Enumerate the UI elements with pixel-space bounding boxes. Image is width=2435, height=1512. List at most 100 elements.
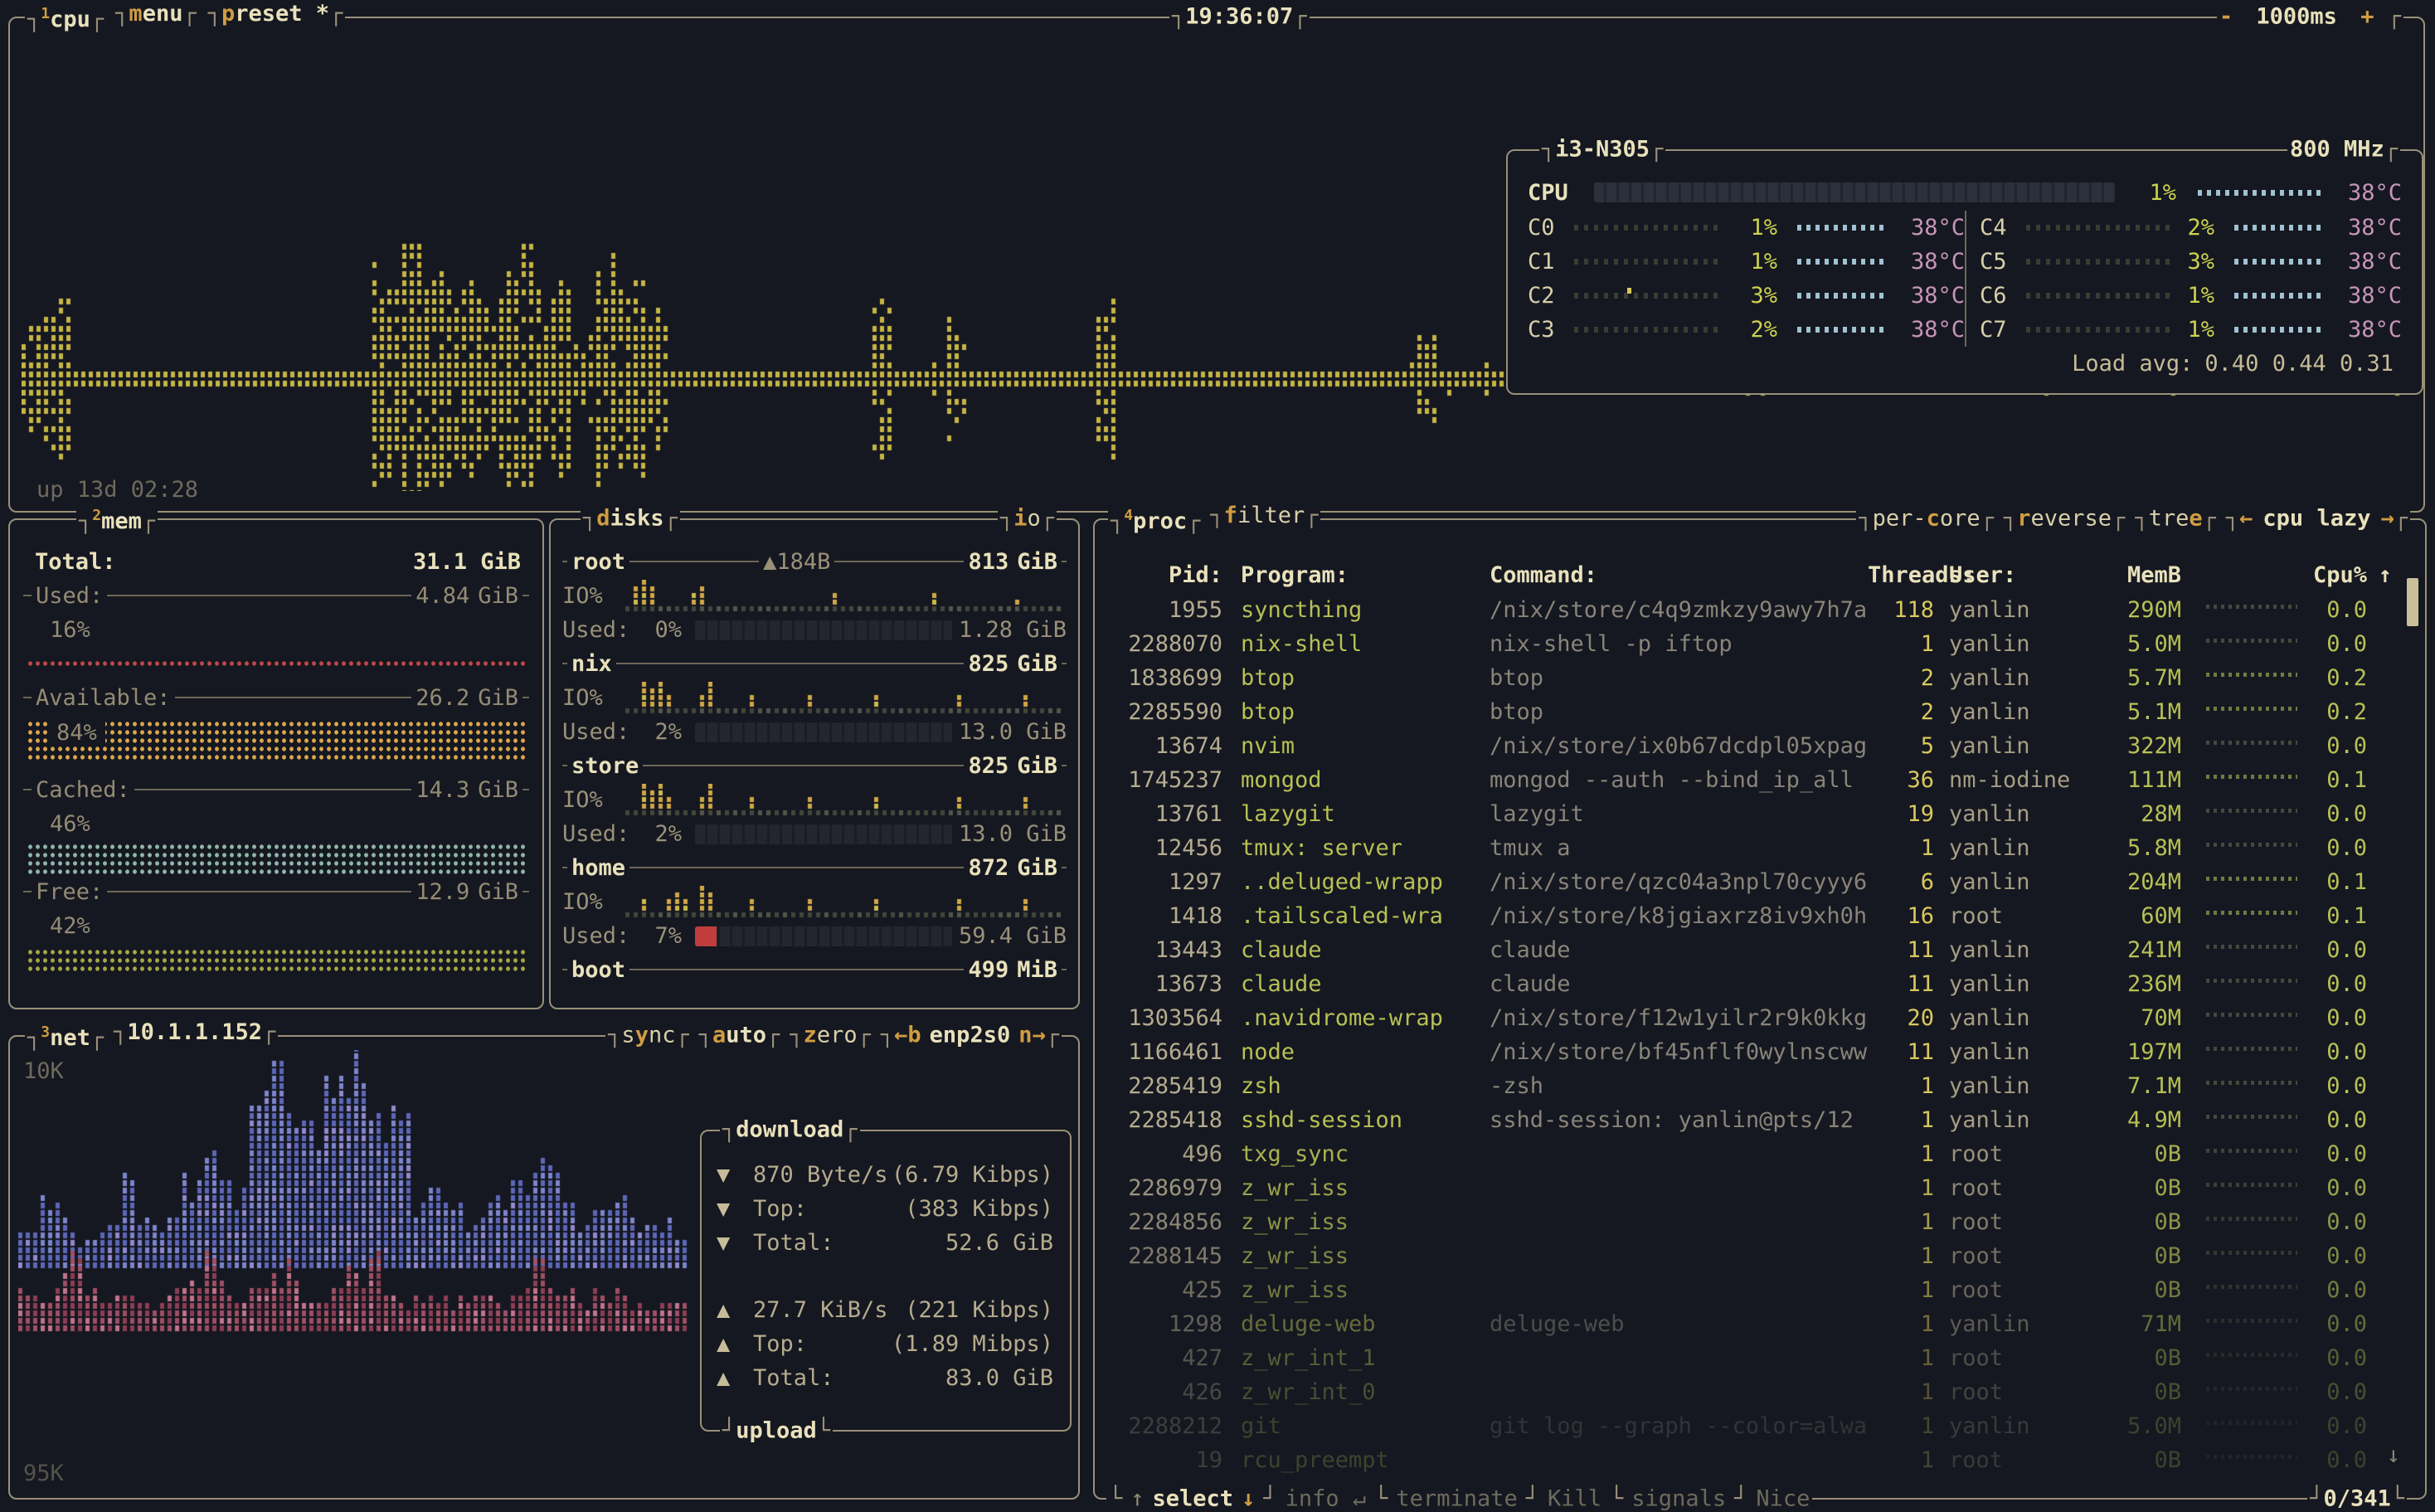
core-row: C23%38°C [1528, 279, 1965, 313]
preset-button[interactable]: ┐preset *┌ [208, 1, 343, 33]
tree-button[interactable]: ┐tree┌ [2135, 506, 2216, 532]
process-row[interactable]: 13443claudeclaude11yanlin241M0.0 [1106, 933, 2392, 967]
net-stats: ▼870 Byte/s(6.79 Kibps)▼Top:(383 Kibps)▼… [702, 1131, 1070, 1395]
disk-io-row: IO% [562, 885, 1067, 919]
terminate-button[interactable]: terminate [1396, 1485, 1517, 1512]
process-row[interactable]: 13761lazygitlazygit19yanlin28M0.0 [1106, 797, 2392, 831]
disk-io-row: IO% [562, 681, 1067, 715]
process-row[interactable]: 2284856z_wr_iss1root0B0.0 [1106, 1205, 2392, 1239]
process-row[interactable]: 1745237mongodmongod --auth --bind_ip_all… [1106, 763, 2392, 797]
process-row[interactable]: 2285590btopbtop2yanlin5.1M0.2 [1106, 695, 2392, 729]
core-row: C01%38°C [1528, 211, 1965, 245]
column-user[interactable]: User: [1949, 562, 2098, 588]
process-list: 1955syncthing/nix/store/c4q9zmkzy9awy7h7… [1106, 593, 2392, 1477]
interval-decrease-button[interactable]: - [2219, 4, 2233, 30]
disk-divider: nix825GiB [562, 647, 1067, 681]
select-button[interactable]: select [1153, 1485, 1234, 1512]
process-row[interactable]: 2288212gitgit log --graph --color=always… [1106, 1409, 2392, 1443]
net-sync-button[interactable]: ┐sync┌ [608, 1023, 689, 1049]
mem-total-row: Total: 31.1 GiB [23, 545, 529, 579]
process-row[interactable]: 13673claudeclaude11yanlin236M0.0 [1106, 967, 2392, 1001]
process-row[interactable]: 496txg_sync1root0B0.0 [1106, 1137, 2392, 1171]
upload-stat-row: ▲27.7 KiB/s(221 Kibps) [717, 1293, 1053, 1327]
process-row[interactable]: 2288145z_wr_iss1root0B0.0 [1106, 1239, 2392, 1273]
disk-used-row: Used:0%1.28 GiB [562, 613, 1067, 647]
select-down-icon[interactable]: ↓ [1242, 1485, 1255, 1512]
net-tab[interactable]: ┐3net┌ [27, 1019, 104, 1052]
column-command[interactable]: Command: [1490, 562, 1868, 588]
net-scale-bottom: 95K [23, 1461, 64, 1486]
select-up-icon[interactable]: ↑ [1130, 1485, 1144, 1512]
disk-io-row: IO% [562, 783, 1067, 817]
process-row[interactable]: 426z_wr_int_01root0B0.0 [1106, 1375, 2392, 1409]
download-label: ┐download┌ [720, 1117, 860, 1144]
process-row[interactable]: 12456tmux: servertmux a1yanlin5.8M0.0 [1106, 831, 2392, 865]
io-mode-button[interactable]: ┐io┌ [998, 506, 1057, 532]
process-row[interactable]: 425z_wr_iss1root0B0.0 [1106, 1273, 2392, 1307]
uptime-label: up 13d 02:28 [36, 477, 198, 503]
disk-used-row: Used:7%59.4 GiB [562, 919, 1067, 953]
mem-divider: Cached:14.3GiB [23, 773, 529, 807]
proc-column-headers: Pid: Program: Command: Threads: User: Me… [1106, 558, 2392, 592]
process-row[interactable]: 13674nvim/nix/store/ix0b67dcdpl05xpagx5x… [1106, 729, 2392, 763]
net-auto-button[interactable]: ┐auto┌ [699, 1023, 780, 1049]
filter-button[interactable]: ┐filter┌ [1210, 503, 1318, 535]
process-row[interactable]: 1297..deluged-wrapp/nix/store/qzc04a3npl… [1106, 865, 2392, 899]
process-row[interactable]: 1298deluge-webdeluge-web1yanlin71M0.0 [1106, 1307, 2392, 1341]
cpu-frequency-label: 800 MHz┌ [2287, 137, 2400, 163]
load-average: Load avg:0.40 0.44 0.31 [1528, 347, 2402, 381]
mem-entries: Used:4.84GiB16%Available:26.2GiB84%Cache… [23, 579, 529, 977]
column-program[interactable]: Program: [1241, 562, 1490, 588]
disk-list: root▲184B813GiBIO%Used:0%1.28 GiBnix825G… [562, 545, 1067, 987]
net-zero-button[interactable]: ┐zero┌ [790, 1023, 871, 1049]
cpu-info-box: ┐i3-N305┌ 800 MHz┌ CPU 1% 38°C C01%38°CC… [1506, 149, 2423, 395]
column-cpu[interactable]: Cpu% [2297, 562, 2367, 588]
process-row[interactable]: 1166461node/nix/store/bf45nflf0wylnscwwa… [1106, 1035, 2392, 1069]
mem-band [23, 841, 529, 875]
interval-value: 1000ms [2256, 4, 2337, 30]
column-pid[interactable]: Pid: [1106, 562, 1222, 588]
clock: ┐19:36:07┌ [1169, 4, 1310, 31]
kill-button[interactable]: Kill [1548, 1485, 1601, 1512]
process-row[interactable]: 2285419zsh-zsh1yanlin7.1M0.0 [1106, 1069, 2392, 1103]
process-row[interactable]: 19rcu_preempt1root0B0.0 [1106, 1443, 2392, 1477]
process-row[interactable]: 1955syncthing/nix/store/c4q9zmkzy9awy7h7… [1106, 593, 2392, 627]
process-row[interactable]: 2285418sshd-sessionsshd-session: yanlin@… [1106, 1103, 2392, 1137]
proc-panel: ┐4proc┌ ┐filter┌ ┐per-core┌ ┐reverse┌ ┐t… [1093, 518, 2427, 1500]
mem-tab[interactable]: ┐2mem┌ [76, 503, 158, 535]
column-memb[interactable]: MemB [2098, 562, 2181, 588]
sort-selector[interactable]: ┐←cpu lazy→┌ [2226, 506, 2408, 532]
process-row[interactable]: 1303564.navidrome-wrap/nix/store/f12w1yi… [1106, 1001, 2392, 1035]
disks-panel: ┐disks┌ ┐io┌ root▲184B813GiBIO%Used:0%1.… [549, 518, 1080, 1009]
signals-button[interactable]: signals [1631, 1485, 1726, 1512]
process-row[interactable]: 2288070nix-shellnix-shell -p iftop1yanli… [1106, 627, 2392, 661]
disk-io-graph [625, 580, 1065, 613]
mem-divider: Free:12.9GiB [23, 875, 529, 909]
cpu-tab[interactable]: ┐1cpu┌ [27, 1, 104, 33]
per-core-button[interactable]: ┐per-core┌ [1859, 506, 1994, 532]
nice-button[interactable]: Nice [1756, 1485, 1810, 1512]
selection-count: ┘0/341└ [2307, 1485, 2407, 1512]
proc-scrollbar[interactable] [2407, 578, 2418, 626]
menu-button[interactable]: ┐menu┌ [115, 1, 197, 33]
cpu-model-label: ┐i3-N305┌ [1539, 137, 1665, 163]
net-stats-box: ┐download┌ ┘upload└ ▼870 Byte/s(6.79 Kib… [700, 1130, 1072, 1432]
column-threads[interactable]: Threads: [1868, 562, 1934, 588]
process-row[interactable]: 1418.tailscaled-wra/nix/store/k8jgiaxrz8… [1106, 899, 2392, 933]
proc-tab[interactable]: ┐4proc┌ [1111, 503, 1200, 535]
net-interface-switcher[interactable]: ┐←benp2s0n→┌ [881, 1023, 1059, 1049]
process-row[interactable]: 427z_wr_int_11root0B0.0 [1106, 1341, 2392, 1375]
download-stat-row: ▼Top:(383 Kibps) [717, 1192, 1053, 1226]
scroll-down-icon[interactable]: ↓ [2387, 1442, 2400, 1468]
reverse-button[interactable]: ┐reverse┌ [2004, 506, 2125, 532]
process-row[interactable]: 2286979z_wr_iss1root0B0.0 [1106, 1171, 2392, 1205]
upload-label: ┘upload└ [720, 1417, 833, 1444]
info-button[interactable]: info ↵ [1286, 1485, 1367, 1512]
interval-increase-button[interactable]: + [2360, 4, 2374, 30]
upload-stat-row: ▲Top:(1.89 Mibps) [717, 1327, 1053, 1361]
core-row: C42%38°C [1965, 211, 2402, 245]
disks-tab[interactable]: ┐disks┌ [581, 506, 680, 532]
core-row: C32%38°C [1528, 313, 1965, 347]
cpu-cores-grid: C01%38°CC11%38°CC23%38°CC32%38°CC42%38°C… [1528, 211, 2402, 347]
process-row[interactable]: 1838699btopbtop2yanlin5.7M0.2 [1106, 661, 2392, 695]
